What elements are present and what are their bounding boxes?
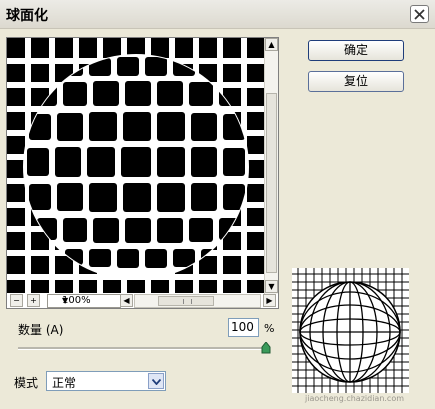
spherized-grid-preview xyxy=(7,38,265,293)
title-bar: 球面化 xyxy=(0,0,435,29)
percent-unit: % xyxy=(264,322,275,335)
mode-selected-value: 正常 xyxy=(52,376,77,390)
zoom-in-button[interactable]: + xyxy=(27,294,40,307)
horizontal-scroll-thumb[interactable] xyxy=(158,296,214,306)
chevron-down-icon: ▼ xyxy=(62,296,69,305)
ok-button[interactable]: 确定 xyxy=(308,40,404,61)
zoom-select[interactable]: 100% ▼ xyxy=(47,294,121,308)
grip-icon xyxy=(183,299,192,304)
slider-thumb-icon xyxy=(261,341,271,354)
mode-dropdown-button[interactable] xyxy=(148,373,164,389)
close-icon xyxy=(414,9,425,20)
close-button[interactable] xyxy=(410,5,429,23)
thumbnail-grid-icon xyxy=(292,268,409,393)
zoom-out-button[interactable]: − xyxy=(10,294,23,307)
preview-canvas[interactable] xyxy=(7,38,265,293)
scroll-right-button[interactable]: ▶ xyxy=(263,294,276,307)
scroll-down-button[interactable]: ▼ xyxy=(265,280,278,293)
preview-zoom-row: − + 100% ▼ ◀ ▶ xyxy=(7,294,278,308)
preview-horizontal-scrollbar[interactable] xyxy=(134,294,261,308)
vertical-scroll-thumb[interactable] xyxy=(266,93,277,273)
mode-label: 模式 xyxy=(14,376,39,390)
amount-input[interactable]: 100 xyxy=(228,318,259,337)
scroll-left-button[interactable]: ◀ xyxy=(120,294,133,307)
amount-slider-thumb[interactable] xyxy=(261,341,271,357)
amount-label: 数量 (A) xyxy=(18,323,64,337)
thumbnail-preview xyxy=(292,268,409,393)
mode-select[interactable]: 正常 xyxy=(46,371,166,391)
scroll-up-button[interactable]: ▲ xyxy=(265,38,278,51)
chevron-down-icon xyxy=(152,379,161,385)
dialog-title: 球面化 xyxy=(6,8,48,24)
amount-slider-track[interactable] xyxy=(18,347,268,350)
reset-button[interactable]: 复位 xyxy=(308,71,404,92)
preview-vertical-scrollbar[interactable]: ▲ ▼ xyxy=(264,38,278,294)
watermark-text: jiaocheng.chazidian.com xyxy=(305,394,405,403)
